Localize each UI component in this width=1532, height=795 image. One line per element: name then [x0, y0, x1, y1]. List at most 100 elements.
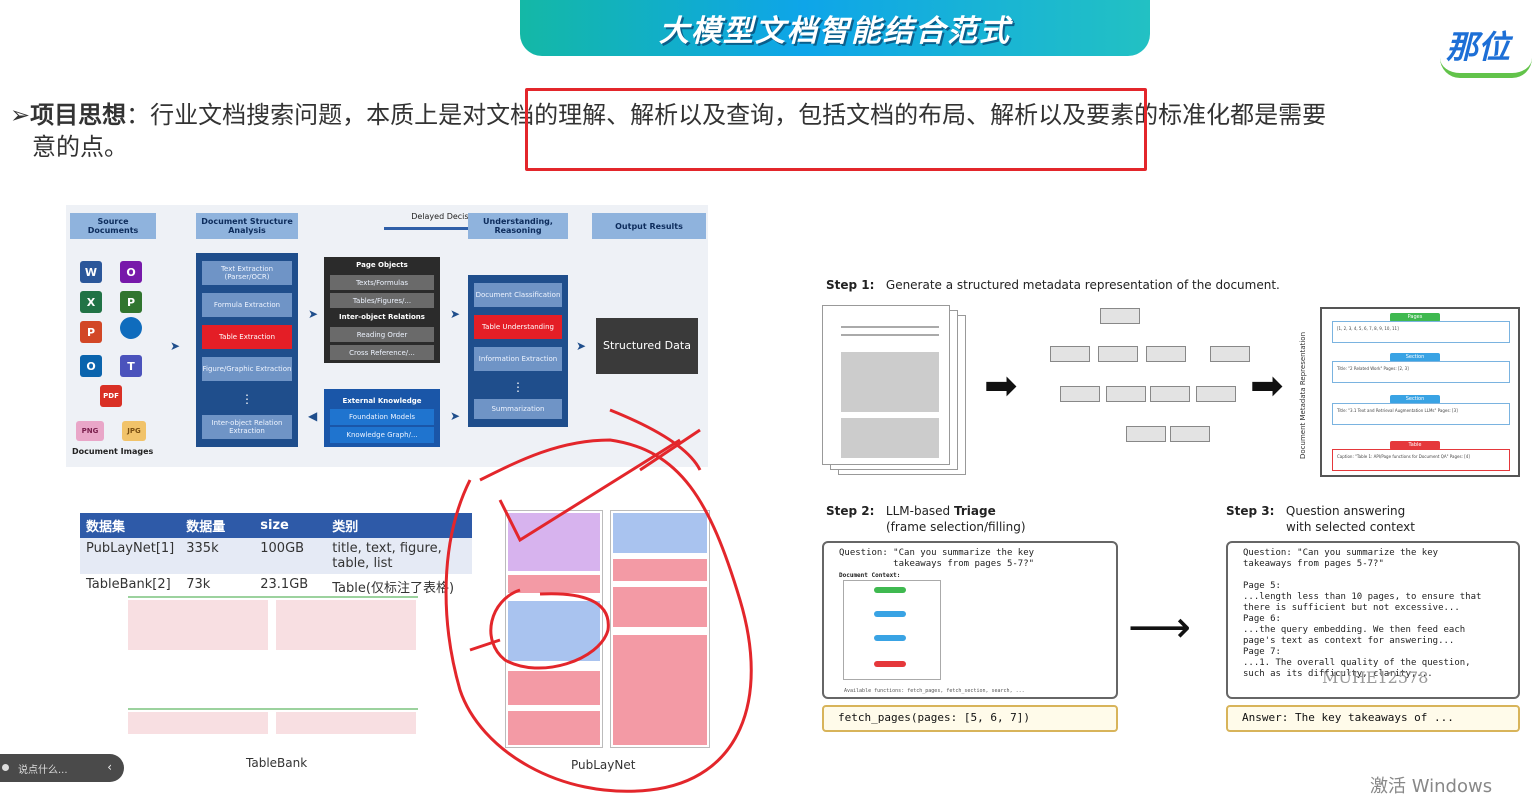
step3-text-line2: with selected context: [1286, 520, 1415, 534]
bullet-text-continued: 意的点。: [32, 133, 128, 161]
dsa-item-text-extraction: Text Extraction (Parser/OCR): [202, 261, 292, 285]
dsa-item-figure: Figure/Graphic Extraction: [202, 357, 292, 381]
step2-number: Step 2:: [826, 504, 875, 518]
structured-data-box: Structured Data: [596, 318, 698, 374]
answer-output: Answer: The key takeaways of ...: [1226, 705, 1520, 732]
document-stack-image: [822, 305, 972, 477]
bullet-heading: 项目思想: [30, 101, 127, 129]
metadata-card: Caption: "Table 1: API/Page functions fo…: [1332, 449, 1510, 471]
collapse-chevron-icon[interactable]: ‹: [107, 760, 112, 774]
publaynet-caption: PubLayNet: [571, 758, 636, 772]
arrow-right-icon: ➤: [450, 307, 461, 321]
tree-node: [1150, 386, 1190, 402]
dsa-column: Text Extraction (Parser/OCR) Formula Ext…: [196, 253, 298, 447]
dsa-item-table: Table Extraction: [202, 325, 292, 349]
document-images-label: Document Images: [72, 447, 154, 456]
jpg-icon: JPG: [122, 421, 146, 441]
metadata-representation-box: Pages [1, 2, 3, 4, 5, 6, 7, 8, 9, 10, 11…: [1320, 307, 1520, 477]
und-item-classification: Document Classification: [474, 283, 562, 307]
kb-item-foundation-models: Foundation Models: [330, 409, 434, 425]
header-source-documents: Source Documents: [70, 213, 156, 239]
page-objects-title: Page Objects: [356, 261, 408, 269]
tree-node: [1196, 386, 1236, 402]
header-dsa: Document Structure Analysis: [196, 213, 298, 239]
header-understanding: Understanding, Reasoning: [468, 213, 568, 239]
teams-icon: T: [120, 355, 142, 377]
table-header-row: 数据集 数据量 size 类别: [80, 513, 472, 538]
step1-text: Generate a structured metadata represent…: [885, 278, 1280, 292]
dsa-item-formula: Formula Extraction: [202, 293, 292, 317]
kb-item-knowledge-graph: Knowledge Graph/...: [330, 427, 434, 443]
bullet-separator: ：: [126, 101, 151, 129]
page-objects-panel: Page Objects Texts/Formulas Tables/Figur…: [324, 257, 440, 363]
step1-number: Step 1:: [826, 278, 875, 292]
tree-node: [1170, 426, 1210, 442]
und-item-information-extraction: Information Extraction: [474, 347, 562, 371]
tree-node: [1146, 346, 1186, 362]
tree-node: [1060, 386, 1100, 402]
table-header-cell: 类别: [326, 513, 472, 538]
table-cell: 100GB: [254, 538, 327, 574]
pipeline-diagram: Source Documents Document Structure Anal…: [66, 205, 708, 467]
red-stroke-mark: [469, 638, 501, 652]
metadata-card: Title: "2 Related Work" Pages: [2, 3]: [1332, 361, 1510, 383]
step3-number: Step 3:: [1226, 504, 1275, 518]
chat-dot-icon: [2, 764, 9, 771]
table-cell: title, text, figure, table, list: [326, 538, 472, 574]
table-cell: PubLayNet[1]: [80, 538, 181, 574]
tree-node: [1210, 346, 1250, 362]
table-cell: 335k: [180, 538, 255, 574]
step3-text: Question answering: [1285, 504, 1406, 518]
step2-text: LLM-based: [885, 504, 954, 518]
tree-node: [1098, 346, 1138, 362]
table-row: PubLayNet[1] 335k 100GB title, text, fig…: [80, 538, 472, 574]
arrow-right-icon: ➡: [984, 363, 1018, 409]
arrow-right-icon: ⟶: [1128, 602, 1192, 653]
powerpoint-icon: P: [80, 321, 102, 343]
word-icon: W: [80, 261, 102, 283]
tablebank-sample-image: [128, 596, 424, 756]
slide-stage: 大模型文档智能结合范式 那位 ➢项目思想：行业文档搜索问题，本质上是对文档的理解…: [0, 0, 1532, 795]
step3-label: Step 3: Question answering with selected…: [1226, 503, 1415, 535]
objects-item-tables: Tables/Figures/...: [330, 293, 434, 308]
header-output: Output Results: [592, 213, 706, 239]
png-icon: PNG: [76, 421, 104, 441]
activate-windows-watermark: 激活 Windows: [1370, 776, 1493, 795]
chat-placeholder: 说点什么...: [18, 764, 68, 776]
arrow-left-icon: ◀: [308, 409, 318, 423]
step2-text-line2: (frame selection/filling): [886, 520, 1026, 534]
title-banner: 大模型文档智能结合范式: [520, 0, 1150, 56]
tree-node: [1106, 386, 1146, 402]
table-header-cell: 数据集: [80, 513, 181, 538]
und-item-ellipsis: ⋮: [512, 380, 524, 394]
metadata-card: Title: "3.1 Text and Retrieval Augmentat…: [1332, 403, 1510, 425]
step2-text-bold: Triage: [953, 504, 996, 518]
chat-input[interactable]: 说点什么... ‹: [0, 754, 124, 782]
arrow-right-icon: ➤: [170, 339, 181, 353]
step1-label: Step 1: Generate a structured metadata r…: [826, 278, 1280, 292]
available-functions-text: Available functions: fetch_pages, fetch_…: [844, 688, 1025, 694]
step2-label: Step 2: LLM-based Triage (frame selectio…: [826, 503, 1026, 535]
relations-title: Inter-object Relations: [339, 313, 425, 321]
publaynet-page-right: [610, 510, 710, 748]
dsa-item-ellipsis: ⋮: [241, 392, 253, 406]
outlook-icon: O: [80, 355, 102, 377]
kb-title: External Knowledge: [342, 397, 422, 405]
watermark-id: MUHE12578: [1322, 668, 1429, 687]
arrow-right-icon: ➤: [450, 409, 461, 423]
slide-title: 大模型文档智能结合范式: [659, 14, 1011, 49]
excel-icon: X: [80, 291, 102, 313]
document-context-panel: [843, 580, 941, 680]
logo-swoosh-icon: [1440, 58, 1532, 78]
bullet-arrow-icon: ➢: [10, 101, 31, 129]
highlight-rectangle: [525, 88, 1147, 171]
relations-item-reading-order: Reading Order: [330, 327, 434, 342]
publaynet-page-left: [505, 510, 603, 748]
pdf-icon: PDF: [100, 385, 122, 407]
understanding-column: Document Classification Table Understand…: [468, 275, 568, 427]
arrow-right-icon: ➤: [576, 339, 587, 353]
triage-question: Question: "Can you summarize the key tak…: [839, 548, 1035, 569]
edge-icon: [120, 317, 142, 339]
tree-node: [1050, 346, 1090, 362]
arrow-right-icon: ➡: [1250, 363, 1284, 409]
